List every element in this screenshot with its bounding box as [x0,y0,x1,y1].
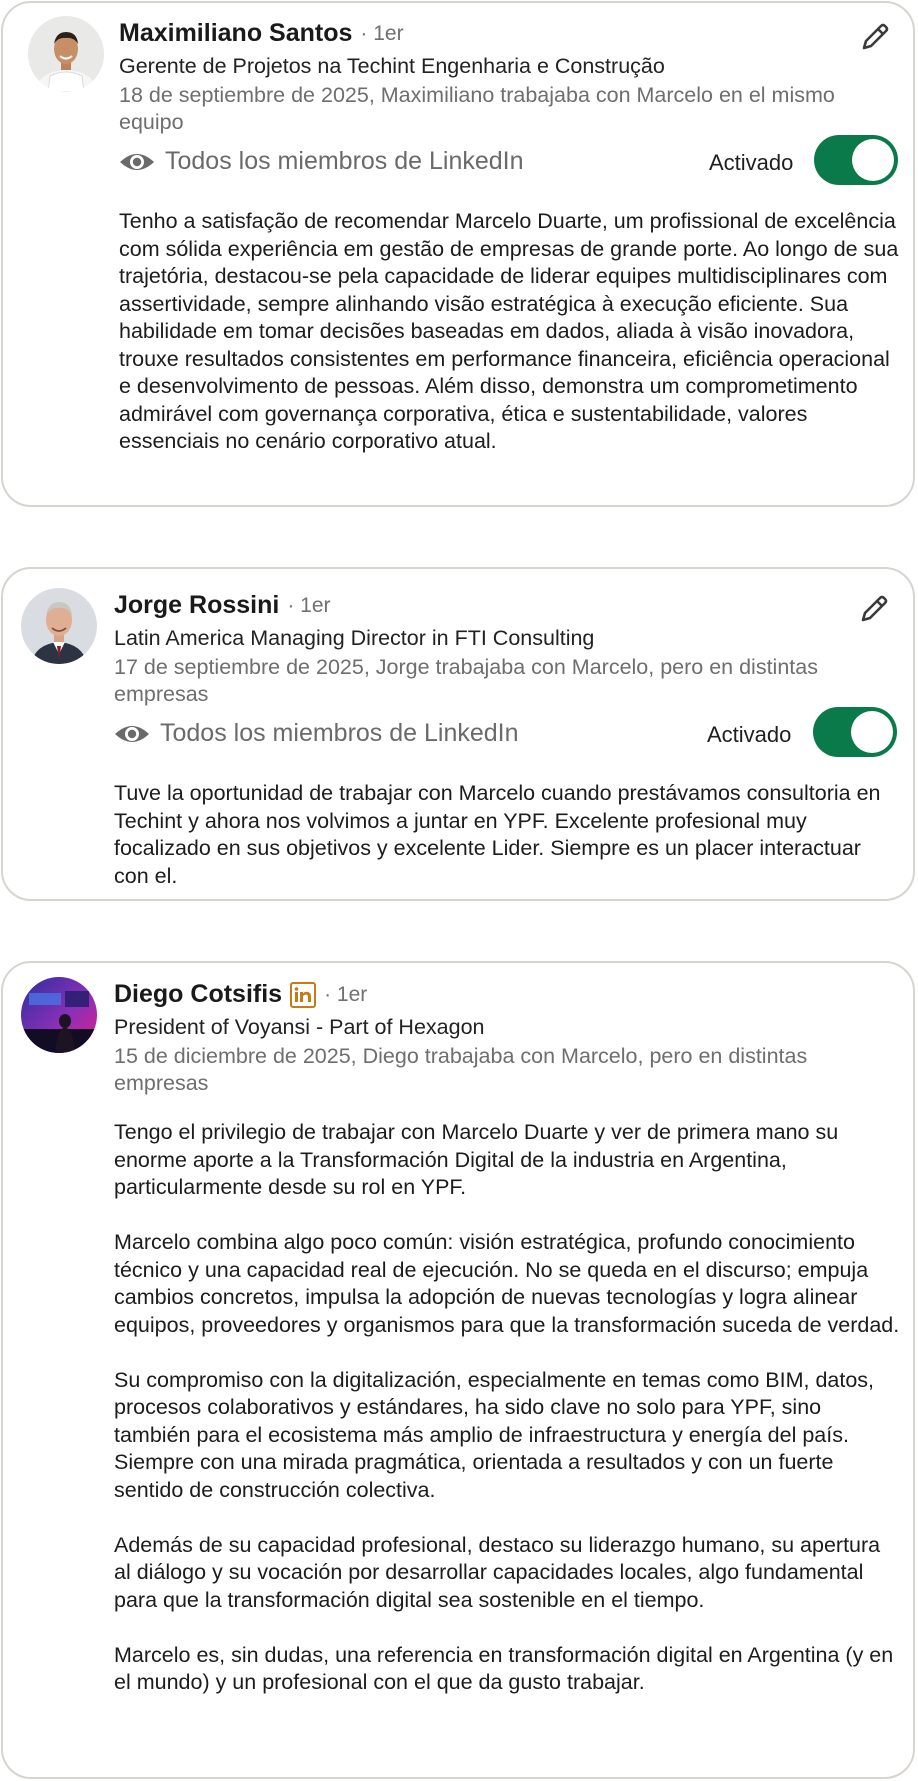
recommendation-card: Jorge Rossini · 1er Latin America Managi… [1,567,915,901]
recommender-name[interactable]: Maximiliano Santos [119,19,352,48]
recommendation-paragraph: Tenho a satisfação de recomendar Marcelo… [119,209,899,453]
name-row: Diego Cotsifis · 1er [114,980,367,1009]
recommendation-text: Tengo el privilegio de trabajar con Marc… [114,1119,902,1697]
visibility-row: Todos los miembros de LinkedIn [119,147,524,176]
eye-icon [115,725,149,742]
recommendation-paragraph: Marcelo combina algo poco común: visión … [114,1230,900,1337]
toggle-label: Activado [709,150,794,175]
name-row: Jorge Rossini · 1er [114,591,331,620]
recommender-headline: President of Voyansi - Part of Hexagon [114,1015,485,1039]
visibility-row: Todos los miembros de LinkedIn [114,719,519,748]
visibility-label: Todos los miembros de LinkedIn [165,147,524,175]
eye-icon [120,153,154,170]
toggle-knob [852,139,894,181]
recommender-name[interactable]: Jorge Rossini [114,591,279,620]
linkedin-badge-icon [290,981,317,1008]
relationship-meta: 17 de septiembre de 2025, Jorge trabajab… [114,655,818,706]
connection-degree: · 1er [287,593,331,617]
pencil-icon [861,595,888,622]
toggle-label: Activado [707,722,792,747]
recommendation-paragraph: Su compromiso con la digitalización, esp… [114,1367,875,1502]
recommender-headline: Latin America Managing Director in FTI C… [114,626,595,650]
toggle-knob [851,711,893,753]
edit-button[interactable] [855,17,895,57]
recommendation-text: Tenho a satisfação de recomendar Marcelo… [119,208,899,456]
recommendation-paragraph: Tuve la oportunidad de trabajar con Marc… [114,781,881,888]
connection-degree: · 1er [324,982,368,1006]
avatar[interactable] [28,16,104,92]
connection-degree: · 1er [360,21,404,45]
visibility-toggle[interactable] [814,135,898,185]
recommendation-card: Maximiliano Santos · 1er Gerente de Proj… [1,1,915,507]
recommender-headline: Gerente de Projetos na Techint Engenhari… [119,54,665,78]
name-row: Maximiliano Santos · 1er [119,19,404,48]
avatar[interactable] [21,588,97,664]
edit-button[interactable] [854,589,894,629]
relationship-meta: 15 de diciembre de 2025, Diego trabajaba… [114,1044,808,1095]
recommender-name[interactable]: Diego Cotsifis [114,980,282,1009]
visibility-label: Todos los miembros de LinkedIn [160,719,519,747]
recommendation-paragraph: Marcelo es, sin dudas, una referencia en… [114,1642,894,1695]
relationship-meta: 18 de septiembre de 2025, Maximiliano tr… [119,83,835,134]
recommendation-paragraph: Además de su capacidad profesional, dest… [114,1532,881,1612]
recommendation-card: Diego Cotsifis · 1er President of Voyans… [1,961,915,1779]
avatar[interactable] [21,977,97,1053]
pencil-icon [862,23,889,50]
recommendation-paragraph: Tengo el privilegio de trabajar con Marc… [114,1120,839,1199]
recommendation-text: Tuve la oportunidad de trabajar con Marc… [114,780,884,890]
visibility-toggle[interactable] [813,707,897,757]
